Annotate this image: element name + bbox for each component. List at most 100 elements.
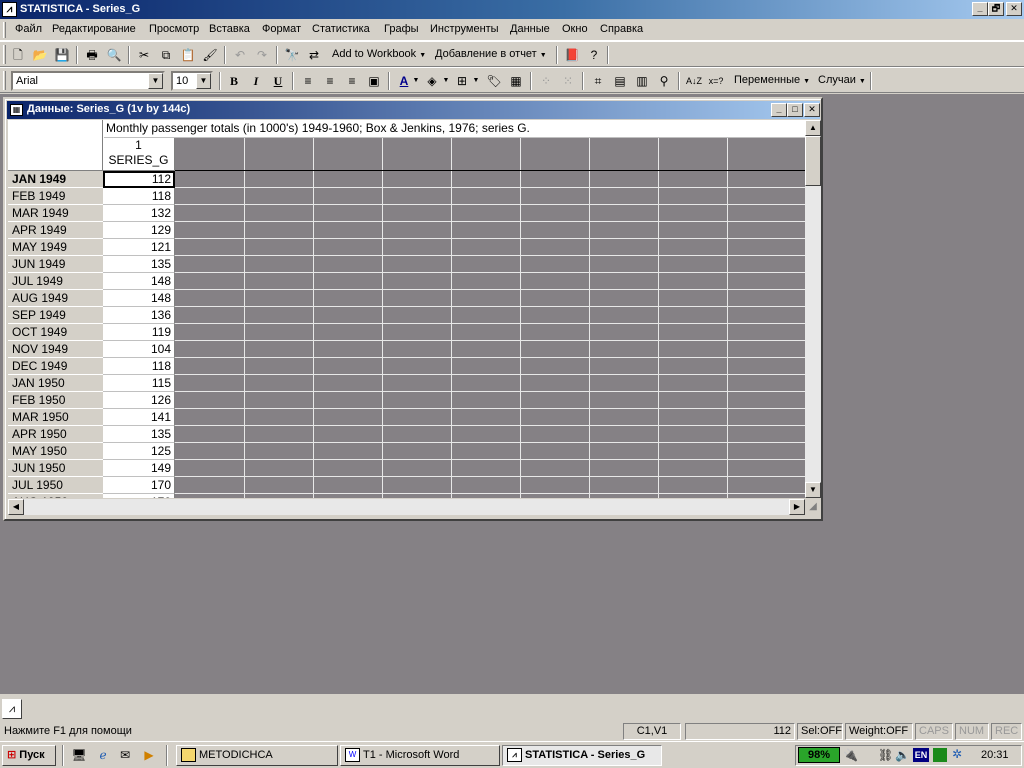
menu-help[interactable]: Справка	[600, 23, 643, 35]
data-cell[interactable]: 118	[103, 358, 175, 375]
data-grid[interactable]: Monthly passenger totals (in 1000's) 194…	[8, 120, 805, 498]
data-cell[interactable]: 118	[103, 188, 175, 205]
spreadsheet-icon[interactable]: ▦	[10, 104, 23, 116]
child-maximize-button[interactable]: □	[787, 103, 803, 117]
scroll-right-icon[interactable]: ▶	[789, 499, 805, 515]
cut-icon[interactable]: ✂	[135, 46, 153, 64]
row-header[interactable]: MAY 1950	[8, 443, 103, 460]
internet-explorer-icon[interactable]: ℯ	[94, 746, 112, 764]
task-statistica[interactable]: ⩘ STATISTICA - Series_G	[502, 745, 662, 766]
paste-icon[interactable]: 📋	[179, 46, 197, 64]
antivirus-icon[interactable]	[933, 748, 947, 762]
underline-button[interactable]: U	[269, 72, 287, 90]
row-header[interactable]: MAR 1949	[8, 205, 103, 222]
cases-menu-button[interactable]: Случаи ▼	[818, 74, 866, 86]
status-selection[interactable]: Sel:OFF	[797, 723, 843, 740]
outlook-icon[interactable]: ✉	[116, 746, 134, 764]
all-specs-icon[interactable]: ▤	[611, 72, 629, 90]
row-header[interactable]: OCT 1949	[8, 324, 103, 341]
data-cell[interactable]: 148	[103, 273, 175, 290]
spreadsheet-title-bar[interactable]: ▦ Данные: Series_G (1v by 144c) _ □ ✕	[7, 101, 820, 119]
text-labels-icon[interactable]: ⚲	[655, 72, 673, 90]
row-header[interactable]: APR 1949	[8, 222, 103, 239]
variable-label-icon[interactable]: x=?	[707, 72, 725, 90]
row-header[interactable]: FEB 1949	[8, 188, 103, 205]
data-cell[interactable]: 126	[103, 392, 175, 409]
menu-edit[interactable]: Редактирование	[52, 23, 136, 35]
child-minimize-button[interactable]: _	[771, 103, 787, 117]
align-center-icon[interactable]: ≡	[321, 72, 339, 90]
row-header[interactable]: FEB 1950	[8, 392, 103, 409]
italic-button[interactable]: I	[247, 72, 265, 90]
variable-specs-icon[interactable]: ⌗	[589, 72, 607, 90]
bluetooth-icon[interactable]: ✲	[952, 747, 962, 761]
child-close-button[interactable]: ✕	[804, 103, 820, 117]
column-header-series-g[interactable]: 1 SERIES_G	[103, 138, 175, 171]
restore-button[interactable]: 🗗	[988, 2, 1004, 16]
copy-icon[interactable]: ⧉	[157, 46, 175, 64]
data-cell[interactable]: 115	[103, 375, 175, 392]
close-button[interactable]: ✕	[1006, 2, 1022, 16]
start-button[interactable]: ⊞ Пуск	[2, 745, 56, 766]
grid-corner[interactable]	[8, 120, 103, 171]
language-indicator[interactable]: EN	[913, 748, 929, 762]
vertical-scrollbar[interactable]: ▲ ▼	[805, 120, 821, 498]
menubar-grip[interactable]	[3, 22, 6, 38]
data-cell[interactable]: 136	[103, 307, 175, 324]
align-right-icon[interactable]: ≡	[343, 72, 361, 90]
menu-tools[interactable]: Инструменты	[430, 23, 499, 35]
bold-button[interactable]: B	[225, 72, 243, 90]
row-header[interactable]: JAN 1950	[8, 375, 103, 392]
increase-decimal-icon[interactable]: ⁙	[559, 72, 577, 90]
data-cell[interactable]: 125	[103, 443, 175, 460]
data-cell[interactable]: 135	[103, 256, 175, 273]
cell-format-icon[interactable]: ▣	[365, 72, 383, 90]
data-cell[interactable]: 132	[103, 205, 175, 222]
status-weight[interactable]: Weight:OFF	[845, 723, 913, 740]
chevron-down-icon[interactable]: ▼	[471, 72, 481, 90]
row-header[interactable]: DEC 1949	[8, 358, 103, 375]
add-to-workbook-button[interactable]: Add to Workbook ▼	[332, 48, 426, 60]
data-cell[interactable]: 170	[103, 494, 175, 498]
media-player-icon[interactable]: ▶	[140, 746, 158, 764]
redo-icon[interactable]: ↷	[253, 46, 271, 64]
chevron-down-icon[interactable]: ▼	[441, 72, 451, 90]
data-cell[interactable]: 112	[103, 171, 175, 188]
minimize-button[interactable]: _	[972, 2, 988, 16]
decrease-decimal-icon[interactable]: ⁘	[537, 72, 555, 90]
fill-color-icon[interactable]: ◈	[423, 72, 441, 90]
context-help-icon[interactable]: ?	[585, 46, 603, 64]
replace-icon[interactable]: ⇄	[305, 46, 323, 64]
data-cell[interactable]: 149	[103, 460, 175, 477]
row-header[interactable]: AUG 1949	[8, 290, 103, 307]
menu-file[interactable]: Файл	[15, 23, 42, 35]
add-to-report-button[interactable]: Добавление в отчет ▼	[435, 48, 547, 60]
print-preview-icon[interactable]: 🔍	[105, 46, 123, 64]
menu-data[interactable]: Данные	[510, 23, 550, 35]
marking-icon[interactable]: 🏷	[485, 72, 503, 90]
power-plug-icon[interactable]: 🔌	[843, 748, 858, 762]
row-header[interactable]: APR 1950	[8, 426, 103, 443]
sort-icon[interactable]: A↓Z	[685, 72, 703, 90]
case-names-icon[interactable]: ▥	[633, 72, 651, 90]
format-painter-icon[interactable]: 🖌	[201, 46, 219, 64]
font-size-select[interactable]: 10 ▼	[171, 71, 213, 91]
menu-insert[interactable]: Вставка	[209, 23, 250, 35]
chevron-down-icon[interactable]: ▼	[148, 73, 163, 89]
data-cell[interactable]: 104	[103, 341, 175, 358]
borders-icon[interactable]: ⊞	[453, 72, 471, 90]
new-icon[interactable]: 🗋	[9, 46, 27, 64]
menu-format[interactable]: Формат	[262, 23, 301, 35]
menu-view[interactable]: Просмотр	[149, 23, 199, 35]
row-header[interactable]: JUL 1949	[8, 273, 103, 290]
scroll-up-icon[interactable]: ▲	[805, 120, 821, 136]
menu-statistics[interactable]: Статистика	[312, 23, 370, 35]
row-header[interactable]: SEP 1949	[8, 307, 103, 324]
data-cell[interactable]: 121	[103, 239, 175, 256]
row-header[interactable]: NOV 1949	[8, 341, 103, 358]
find-icon[interactable]: 🔭	[283, 46, 301, 64]
chevron-down-icon[interactable]: ▼	[411, 72, 421, 90]
data-cell[interactable]: 170	[103, 477, 175, 494]
toolbar-grip[interactable]	[3, 71, 6, 90]
row-header[interactable]: JUN 1949	[8, 256, 103, 273]
